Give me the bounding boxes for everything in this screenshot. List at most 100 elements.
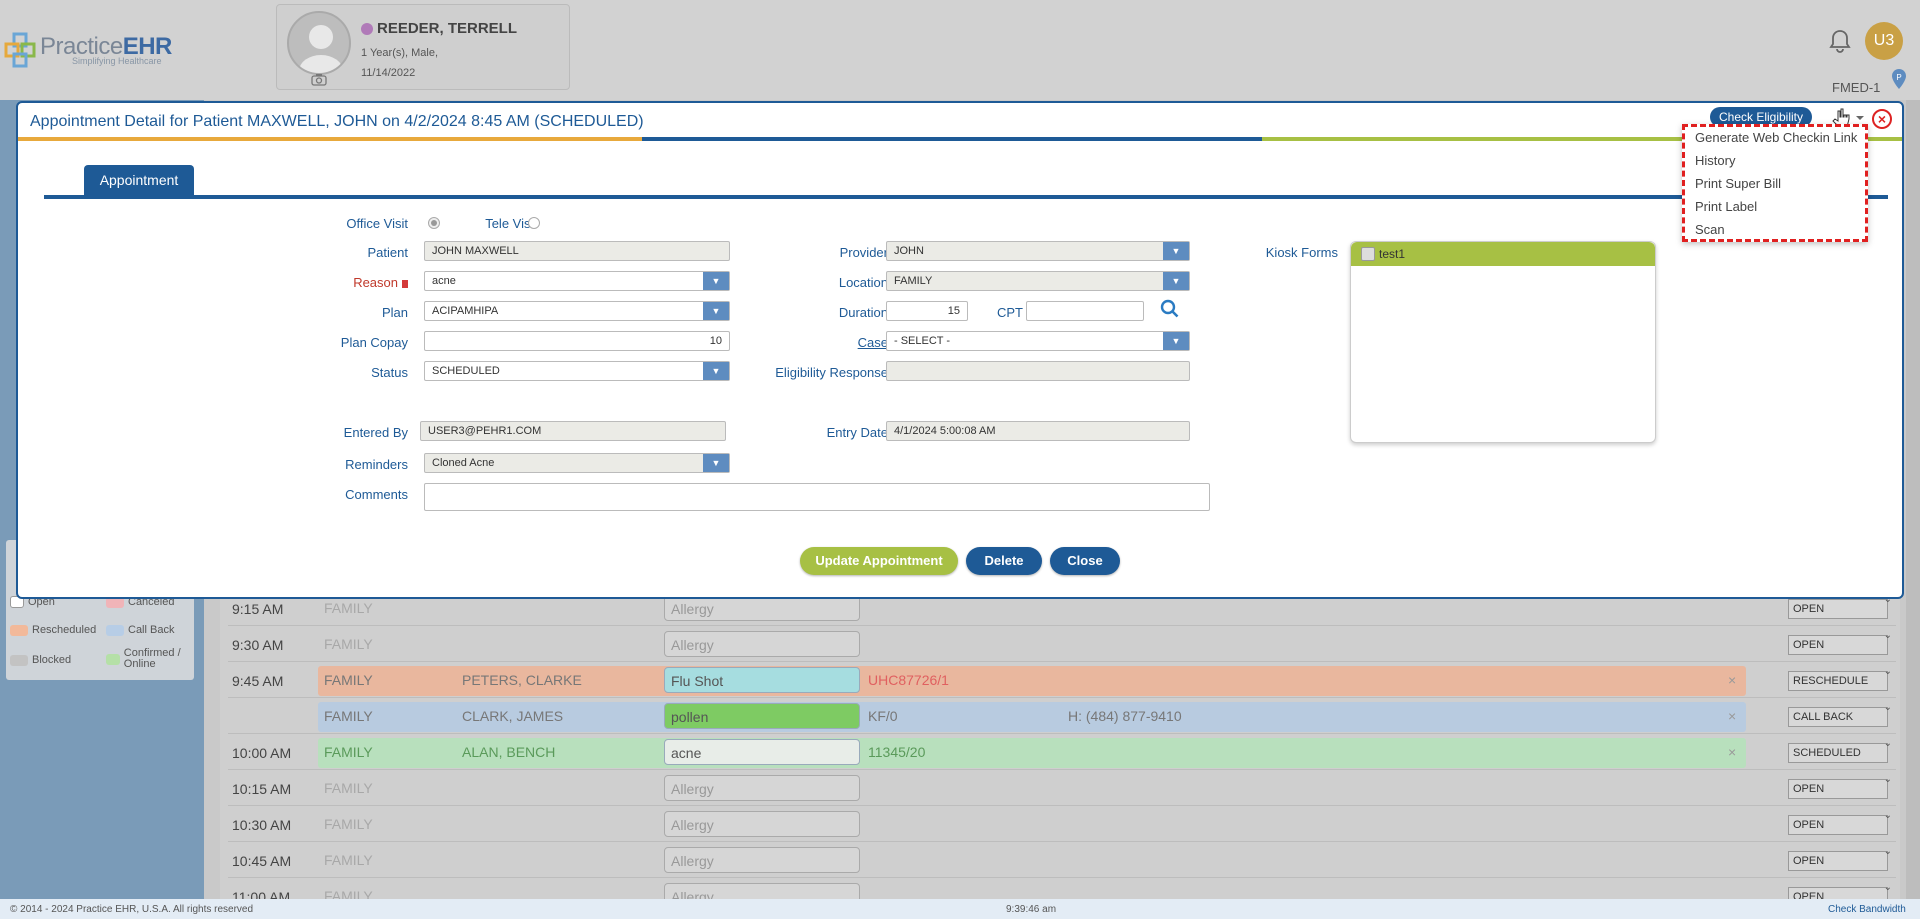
update-appointment-button[interactable]: Update Appointment [800, 547, 958, 575]
schedule-row[interactable]: 9:30 AM FAMILY Allergy OPEN ⌄ [228, 628, 1896, 662]
search-icon[interactable] [1160, 299, 1180, 322]
case-select[interactable]: - SELECT - ▼ [886, 331, 1190, 351]
check-bandwidth-link[interactable]: Check Bandwidth [1828, 904, 1906, 915]
row-time: 10:30 AM [232, 817, 292, 833]
provider-select[interactable]: JOHN ▼ [886, 241, 1190, 261]
status-select[interactable]: SCHEDULED ▼ [424, 361, 730, 381]
row-status-select[interactable]: SCHEDULED [1788, 743, 1888, 763]
location-code: FMED-1 [1832, 80, 1881, 95]
plan-label: Plan [381, 305, 408, 320]
reason-label: Reason [268, 275, 408, 290]
row-patient[interactable]: ALAN, BENCH [462, 744, 555, 760]
delete-button[interactable]: Delete [966, 547, 1042, 575]
bell-icon[interactable] [1828, 28, 1852, 54]
location-select[interactable]: FAMILY ▼ [886, 271, 1190, 291]
comments-label: Comments [345, 487, 408, 502]
schedule-row[interactable]: 10:15 AM FAMILY Allergy OPEN ⌄ [228, 772, 1896, 806]
kiosk-form-item[interactable]: test1 [1351, 242, 1655, 266]
row-status-select[interactable]: OPEN [1788, 599, 1888, 619]
chevron-down-icon[interactable]: ▼ [1163, 332, 1189, 350]
remove-appointment-icon[interactable]: × [1728, 744, 1736, 760]
chevron-down-icon: ⌄ [1883, 630, 1892, 641]
close-button[interactable]: Close [1050, 547, 1120, 575]
row-status-select[interactable]: OPEN [1788, 851, 1888, 871]
page-scrollbar[interactable] [1906, 100, 1920, 900]
menu-item-print-super-bill[interactable]: Print Super Bill [1695, 176, 1781, 191]
row-reason[interactable]: Allergy [664, 847, 860, 873]
row-info: 11345/20 [868, 744, 926, 760]
legend-confirmed: Confirmed / Online [106, 648, 194, 670]
kiosk-form-checkbox[interactable] [1361, 247, 1375, 261]
row-reason[interactable]: Allergy [664, 811, 860, 837]
row-reason[interactable]: pollen [664, 703, 860, 729]
patient-dob: 11/14/2022 [361, 67, 416, 79]
menu-item-print-label[interactable]: Print Label [1695, 199, 1757, 214]
chevron-down-icon: ⌄ [1883, 846, 1892, 857]
row-location: FAMILY [324, 600, 373, 616]
office-visit-label: Office Visit [346, 216, 408, 231]
patient-name: REEDER, TERRELL [377, 20, 518, 37]
legend-rescheduled: Rescheduled [10, 624, 96, 636]
row-reason[interactable]: Allergy [664, 631, 860, 657]
remove-appointment-icon[interactable]: × [1728, 672, 1736, 688]
plan-copay-label: Plan Copay [340, 335, 408, 350]
schedule-row[interactable]: 9:45 AM FAMILY PETERS, CLARKE Flu Shot UHC87… [228, 664, 1896, 698]
office-visit-radio[interactable] [428, 217, 440, 229]
reminders-label: Reminders [345, 457, 408, 472]
row-status-select[interactable]: OPEN [1788, 815, 1888, 835]
chevron-down-icon[interactable]: ▼ [703, 454, 729, 472]
user-avatar[interactable]: U3 [1865, 22, 1903, 60]
reminders-select[interactable]: Cloned Acne ▼ [424, 453, 730, 473]
chevron-down-icon[interactable]: ▼ [703, 302, 729, 320]
row-status-select[interactable]: OPEN [1788, 779, 1888, 799]
schedule-row[interactable]: FAMILY CLARK, JAMES pollen KF/0 H: (484) 877… [228, 700, 1896, 734]
map-pin-icon[interactable]: P [1890, 68, 1908, 90]
patient-age-sex: 1 Year(s), Male, [361, 47, 439, 59]
chevron-down-icon[interactable]: ▼ [1163, 242, 1189, 260]
comments-textarea[interactable] [424, 483, 1210, 511]
row-reason[interactable]: Allergy [664, 775, 860, 801]
legend-swatch [10, 624, 28, 636]
chevron-down-icon[interactable]: ▼ [1163, 272, 1189, 290]
row-reason[interactable]: Flu Shot [664, 667, 860, 693]
duration-input[interactable]: 15 [886, 301, 968, 321]
row-patient[interactable]: PETERS, CLARKE [462, 672, 582, 688]
plan-copay-input[interactable]: 10 [424, 331, 730, 351]
location-label: Location [838, 275, 888, 290]
modal-stripe-blue [642, 137, 1262, 141]
cpt-input[interactable] [1026, 301, 1144, 321]
tele-visit-radio[interactable] [528, 217, 540, 229]
row-status-select[interactable]: OPEN [1788, 635, 1888, 655]
row-location: FAMILY [324, 816, 373, 832]
chevron-down-icon: ⌄ [1883, 666, 1892, 677]
kiosk-forms-list: test1 [1350, 241, 1656, 443]
chevron-down-icon[interactable]: ▼ [703, 272, 729, 290]
row-patient[interactable]: CLARK, JAMES [462, 708, 563, 724]
tab-appointment[interactable]: Appointment [84, 165, 194, 195]
schedule-row[interactable]: 10:30 AM FAMILY Allergy OPEN ⌄ [228, 808, 1896, 842]
menu-item-history[interactable]: History [1695, 153, 1735, 168]
remove-appointment-icon[interactable]: × [1728, 708, 1736, 724]
schedule-row[interactable]: 10:45 AM FAMILY Allergy OPEN ⌄ [228, 844, 1896, 878]
row-location: FAMILY [324, 852, 373, 868]
camera-icon[interactable] [311, 73, 327, 89]
case-link[interactable]: Case [748, 335, 888, 350]
menu-item-generate-web-checkin-link[interactable]: Generate Web Checkin Link [1695, 130, 1857, 145]
row-phone: H: (484) 877-9410 [1068, 708, 1182, 724]
chevron-down-icon: ⌄ [1883, 810, 1892, 821]
row-time: 10:45 AM [232, 853, 292, 869]
row-reason[interactable]: acne [664, 739, 860, 765]
footer-time: 9:39:46 am [1006, 904, 1057, 915]
eligibility-response-field [886, 361, 1190, 381]
reason-select[interactable]: acne ▼ [424, 271, 730, 291]
logo-tagline: Simplifying Healthcare [72, 56, 162, 66]
patient-field: JOHN MAXWELL [424, 241, 730, 261]
plan-select[interactable]: ACIPAMHIPA ▼ [424, 301, 730, 321]
patient-card[interactable]: REEDER, TERRELL 1 Year(s), Male, 11/14/2… [276, 4, 570, 90]
row-time: 9:30 AM [232, 637, 284, 653]
schedule-row[interactable]: 10:00 AM FAMILY ALAN, BENCH acne 11345/20 × SC… [228, 736, 1896, 770]
row-status-select[interactable]: RESCHEDULE [1788, 671, 1888, 691]
row-status-select[interactable]: CALL BACK [1788, 707, 1888, 727]
close-modal-icon[interactable]: × [1872, 109, 1892, 129]
menu-item-scan[interactable]: Scan [1695, 222, 1725, 237]
